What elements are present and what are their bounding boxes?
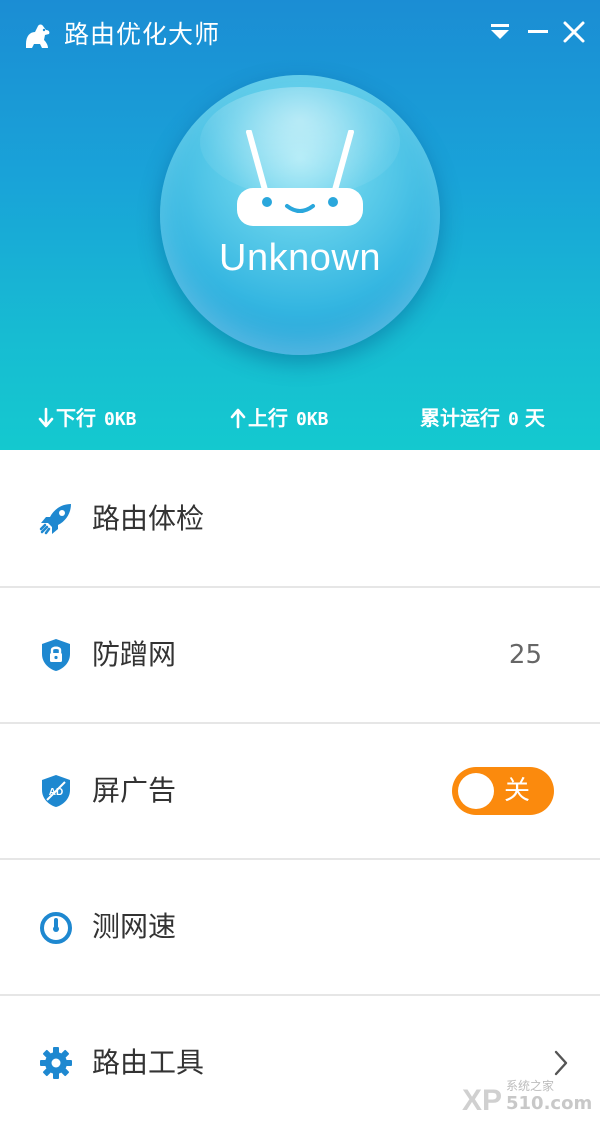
menu-item-router-checkup[interactable]: 路由体检 xyxy=(0,452,600,588)
toggle-knob xyxy=(458,773,494,809)
watermark-brand: XP xyxy=(462,1084,502,1117)
download-label: 下行 xyxy=(56,406,96,430)
gear-icon xyxy=(40,1047,72,1079)
upload-label: 上行 xyxy=(248,406,288,430)
menu-label-anti-freeloading: 防蹭网 xyxy=(92,638,177,671)
close-button[interactable] xyxy=(560,18,588,46)
toggle-state-label: 关 xyxy=(504,776,531,806)
site-watermark: XP 系统之家 510.com xyxy=(462,1078,592,1118)
dog-logo-icon xyxy=(26,24,50,48)
router-status-text: Unknown xyxy=(219,237,381,279)
router-status-bubble[interactable]: Unknown xyxy=(160,75,440,355)
device-count-value: 25 xyxy=(508,640,542,670)
shield-lock-icon xyxy=(42,639,70,671)
menu-item-speed-test[interactable]: 测网速 xyxy=(0,860,600,996)
status-header: 路由优化大师 Unknown 下行 0KB 上行 0KB 累计运行 0 天 xyxy=(0,0,600,450)
uptime-value: 0 xyxy=(508,409,519,430)
download-stat: 下行 0KB xyxy=(38,400,137,438)
upload-value: 0KB xyxy=(296,409,329,430)
download-value: 0KB xyxy=(104,409,137,430)
menu-label-router-tools: 路由工具 xyxy=(92,1046,205,1079)
title-bar: 路由优化大师 xyxy=(0,0,600,70)
traffic-stats: 下行 0KB 上行 0KB 累计运行 0 天 xyxy=(0,400,600,436)
watermark-tagline: 系统之家 xyxy=(506,1079,555,1093)
arrow-up-icon xyxy=(230,408,246,429)
shield-ad-icon: AD xyxy=(42,775,70,807)
close-icon xyxy=(563,21,585,43)
menu-label-router-checkup: 路由体检 xyxy=(92,502,205,535)
window-menu-button[interactable] xyxy=(486,18,514,46)
ad-block-toggle[interactable]: 关 xyxy=(452,767,554,815)
watermark-site: 510.com xyxy=(506,1093,593,1114)
chevron-right-icon xyxy=(554,1050,568,1076)
uptime-stat: 累计运行 0 天 xyxy=(420,400,545,438)
uptime-label: 累计运行 xyxy=(420,406,500,430)
upload-stat: 上行 0KB xyxy=(230,400,329,438)
speedometer-icon xyxy=(40,912,72,944)
dropdown-menu-icon xyxy=(491,24,509,39)
feature-menu: 路由体检 防蹭网 25 AD 屏广告 关 测网速 路由工具 xyxy=(0,452,600,1130)
menu-item-ad-block[interactable]: AD 屏广告 关 xyxy=(0,724,600,860)
minimize-icon xyxy=(528,30,548,33)
app-title: 路由优化大师 xyxy=(64,20,221,49)
rocket-icon xyxy=(39,504,71,535)
menu-item-anti-freeloading[interactable]: 防蹭网 25 xyxy=(0,588,600,724)
smiling-router-icon xyxy=(237,130,363,226)
xp-logo-icon: XP xyxy=(462,1084,502,1117)
menu-label-ad-block: 屏广告 xyxy=(92,774,177,807)
minimize-button[interactable] xyxy=(524,18,552,46)
menu-label-speed-test: 测网速 xyxy=(92,910,177,943)
arrow-down-icon xyxy=(38,407,54,428)
uptime-unit: 天 xyxy=(524,406,545,430)
